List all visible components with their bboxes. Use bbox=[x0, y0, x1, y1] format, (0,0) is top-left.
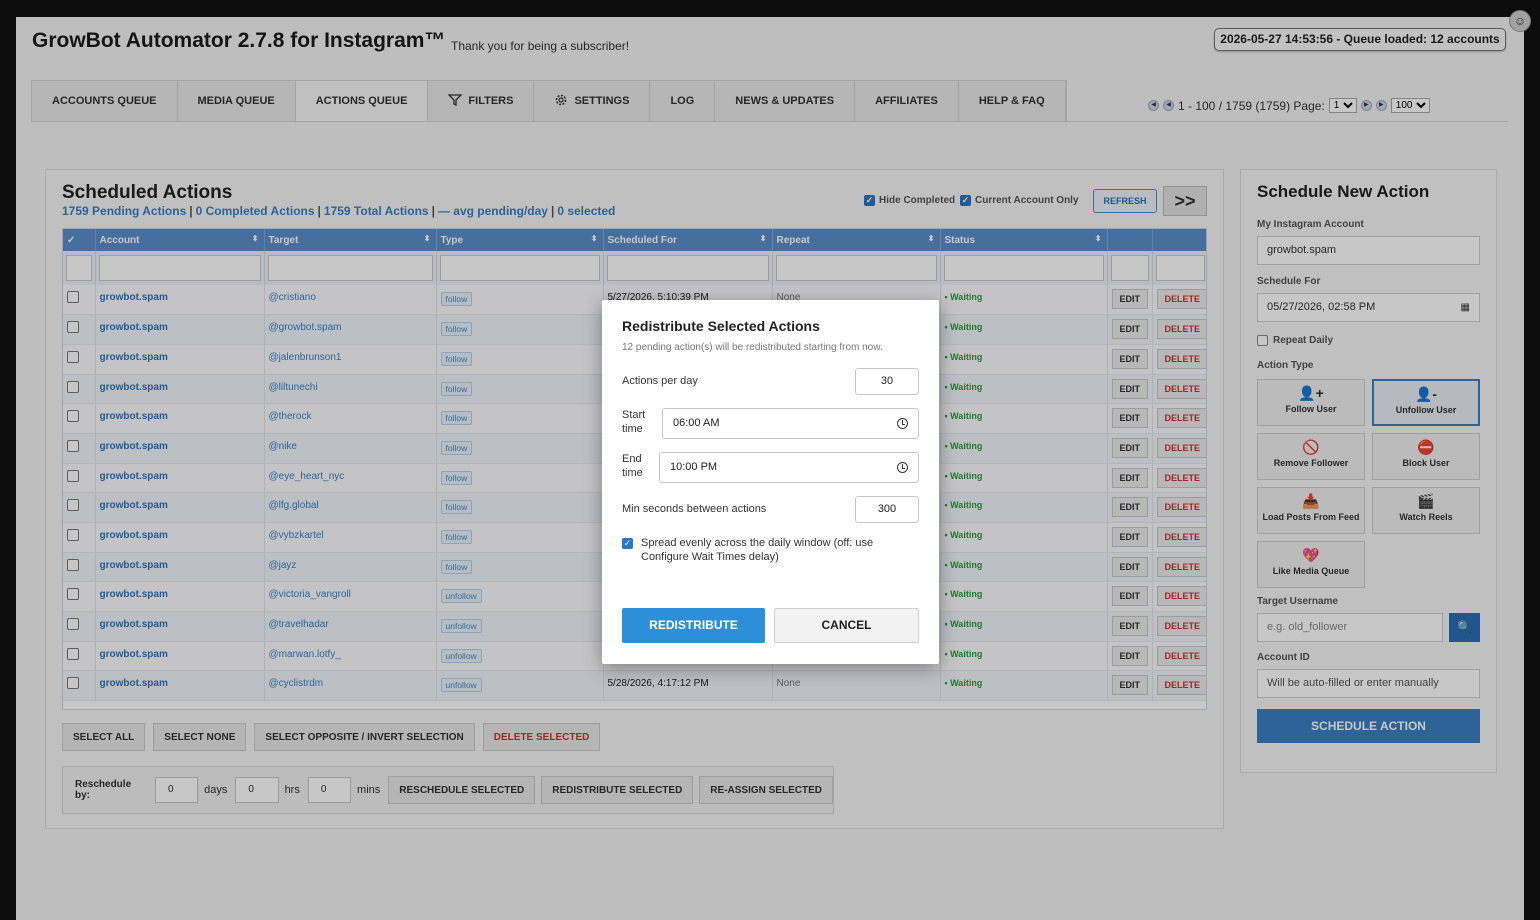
start-time-label: Start time bbox=[622, 409, 646, 435]
cancel-button[interactable]: CANCEL bbox=[774, 608, 919, 643]
checkbox-checked[interactable]: ✓ bbox=[622, 538, 633, 549]
end-time-input[interactable]: 10:00 PM bbox=[659, 452, 919, 483]
redistribute-modal: Redistribute Selected Actions 12 pending… bbox=[602, 300, 939, 664]
modal-title: Redistribute Selected Actions bbox=[622, 318, 820, 334]
clock-icon[interactable] bbox=[897, 418, 908, 429]
spread-evenly-toggle[interactable]: ✓ Spread evenly across the daily window … bbox=[622, 536, 912, 564]
end-time-label: End time bbox=[622, 453, 643, 479]
start-time-value: 06:00 AM bbox=[673, 417, 720, 429]
actions-per-day-input[interactable]: 30 bbox=[855, 368, 919, 395]
spread-evenly-label: Spread evenly across the daily window (o… bbox=[641, 537, 874, 563]
redistribute-button[interactable]: REDISTRIBUTE bbox=[622, 608, 765, 643]
min-seconds-label: Min seconds between actions bbox=[622, 503, 767, 515]
modal-subtitle: 12 pending action(s) will be redistribut… bbox=[622, 342, 883, 353]
start-time-input[interactable]: 06:00 AM bbox=[662, 408, 919, 439]
end-time-value: 10:00 PM bbox=[670, 461, 718, 473]
actions-per-day-label: Actions per day bbox=[622, 375, 698, 387]
clock-icon[interactable] bbox=[897, 462, 908, 473]
min-seconds-input[interactable]: 300 bbox=[855, 496, 919, 523]
